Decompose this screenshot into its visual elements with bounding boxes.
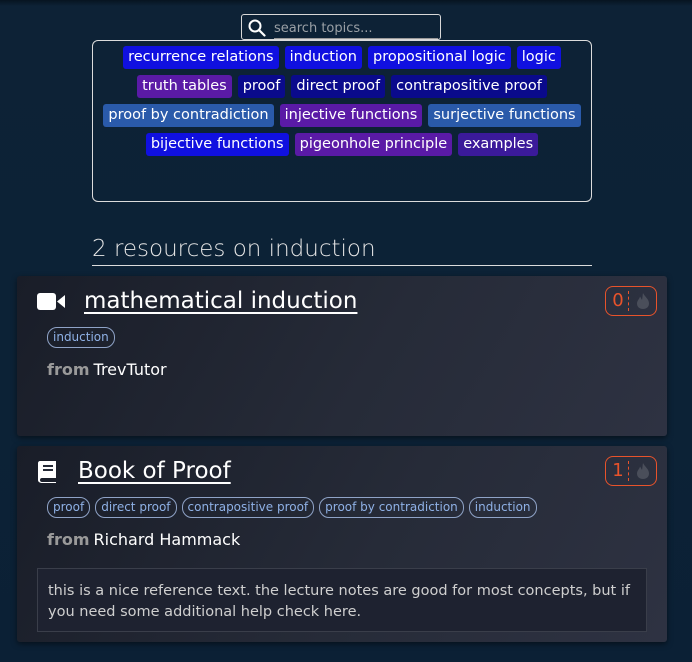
topic-cloud: recurrence relations induction proposition… <box>92 40 592 202</box>
tag-chip[interactable]: direct proof <box>95 497 177 518</box>
vote-button[interactable]: 1 <box>605 456 657 486</box>
topic-tag[interactable]: pigeonhole principle <box>294 133 453 156</box>
flame-icon <box>637 293 649 309</box>
author-name: Richard Hammack <box>93 530 241 549</box>
tag-chip[interactable]: induction <box>468 497 537 518</box>
topic-tag[interactable]: contrapositive proof <box>391 75 547 98</box>
resource-card: Book of Proof 1 proof direct proof contr… <box>17 446 667 642</box>
vote-count: 1 <box>608 461 629 481</box>
results-heading: 2 resources on induction <box>92 235 592 266</box>
tag-chip[interactable]: induction <box>47 327 115 348</box>
topic-tag[interactable]: truth tables <box>137 75 232 98</box>
topic-tag[interactable]: induction <box>284 46 362 69</box>
topic-tag[interactable]: proof by contradiction <box>103 104 274 127</box>
topic-tag[interactable]: injective functions <box>279 104 423 127</box>
topic-tag[interactable]: logic <box>516 46 561 69</box>
resource-title-link[interactable]: Book of Proof <box>78 458 231 484</box>
resource-source: from TrevTutor <box>47 360 167 379</box>
search-box <box>241 14 441 40</box>
resource-note: this is a nice reference text. the lectu… <box>37 568 647 632</box>
search-icon[interactable] <box>248 19 266 37</box>
search-input[interactable] <box>274 18 438 39</box>
topic-tag[interactable]: bijective functions <box>145 133 289 156</box>
topic-tag[interactable]: surjective functions <box>428 104 581 127</box>
topic-tag[interactable]: proof <box>237 75 286 98</box>
vote-button[interactable]: 0 <box>605 286 657 316</box>
topic-tag[interactable]: propositional logic <box>367 46 511 69</box>
resource-tags: induction <box>47 327 115 348</box>
tag-chip[interactable]: proof <box>47 497 91 518</box>
topic-tag[interactable]: recurrence relations <box>123 46 279 69</box>
topic-tag[interactable]: direct proof <box>291 75 386 98</box>
resource-title-link[interactable]: mathematical induction <box>84 288 357 314</box>
flame-icon <box>637 463 649 479</box>
topic-tag[interactable]: examples <box>458 133 539 156</box>
author-name: TrevTutor <box>93 360 167 379</box>
video-icon <box>37 293 65 310</box>
from-label: from <box>47 360 90 379</box>
resource-tags: proof direct proof contrapositive proof … <box>47 497 537 518</box>
vote-count: 0 <box>608 291 629 311</box>
top-shadow <box>0 0 692 6</box>
book-icon <box>38 461 56 483</box>
from-label: from <box>47 530 90 549</box>
resource-card: mathematical induction 0 induction from T… <box>17 276 667 436</box>
tag-chip[interactable]: proof by contradiction <box>319 497 464 518</box>
tag-chip[interactable]: contrapositive proof <box>181 497 315 518</box>
resource-source: from Richard Hammack <box>47 530 240 549</box>
